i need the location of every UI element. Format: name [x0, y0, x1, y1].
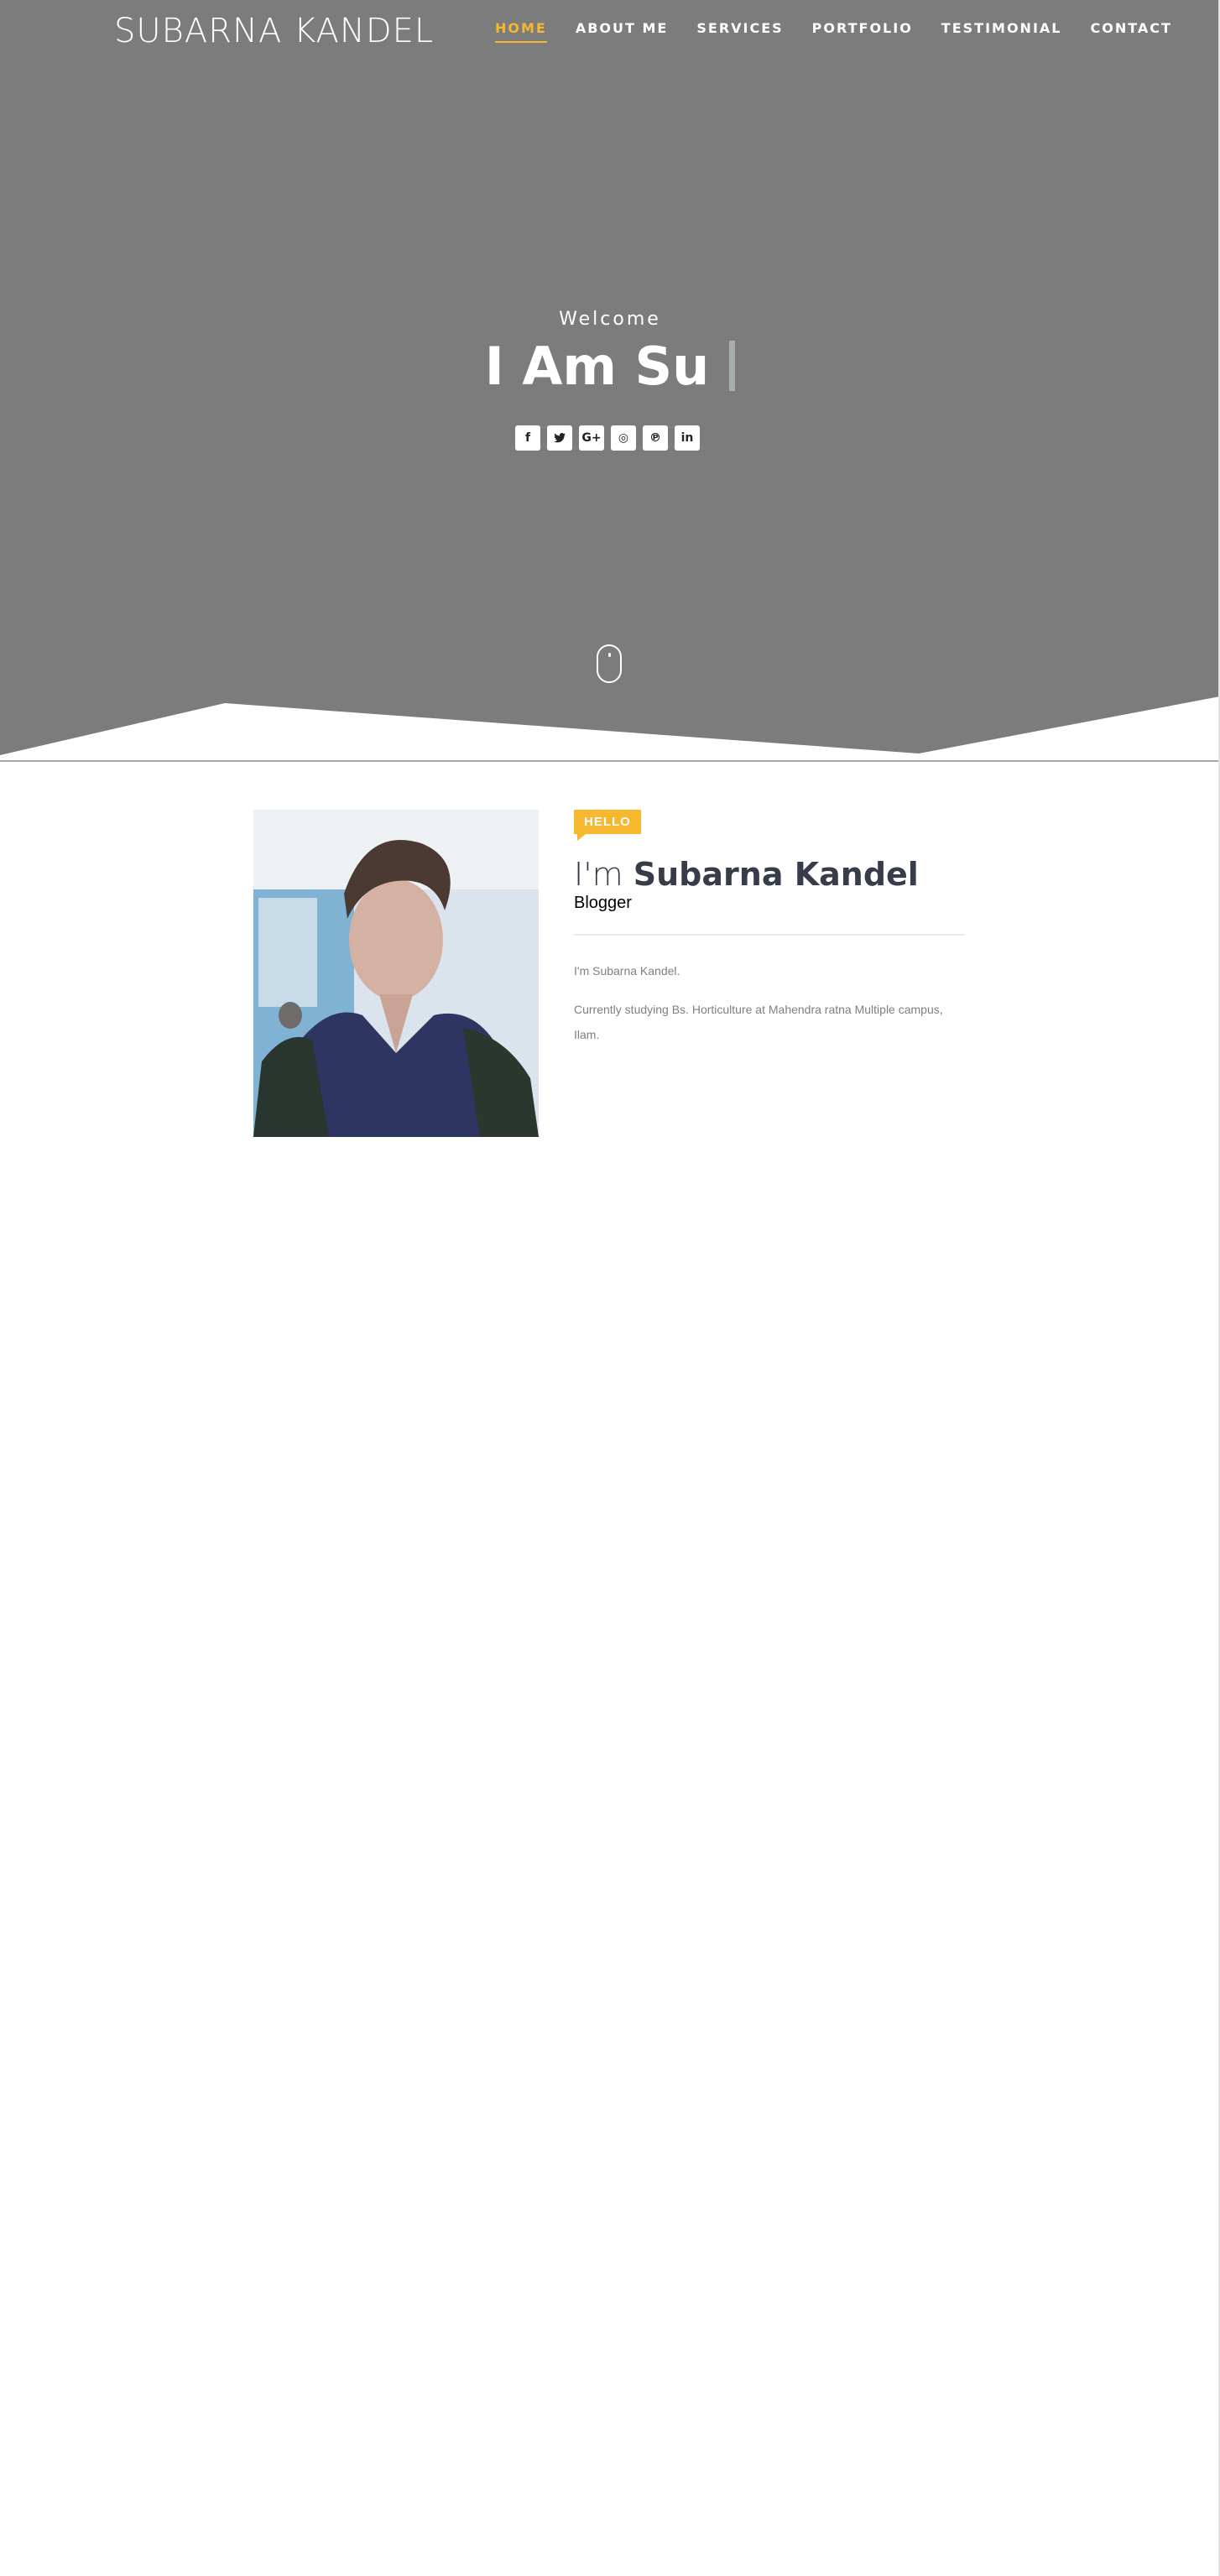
about-title: I'm Subarna Kandel: [574, 856, 919, 893]
typing-caret: [729, 341, 736, 391]
hero-welcome: Welcome: [559, 309, 661, 330]
nav-portfolio[interactable]: PORTFOLIO: [812, 20, 913, 43]
twitter-icon[interactable]: [547, 425, 572, 451]
scroll-mouse-icon[interactable]: [597, 644, 622, 683]
hello-badge: HELLO: [574, 810, 641, 834]
hello-badge-tail: [577, 834, 586, 841]
brand-logo[interactable]: SUBARNA KANDEL: [114, 12, 434, 50]
about-title-prefix: I'm: [574, 856, 623, 893]
linkedin-icon[interactable]: in: [675, 425, 700, 451]
about-divider: [574, 934, 965, 936]
nav-testimonial[interactable]: TESTIMONIAL: [941, 20, 1062, 43]
hero-angled-edge: [0, 688, 1220, 765]
mouse-wheel: [608, 653, 611, 657]
nav-contact[interactable]: CONTACT: [1090, 20, 1171, 43]
hero-headline-text: I Am Su: [484, 336, 710, 397]
nav-about-me[interactable]: ABOUT ME: [576, 20, 669, 43]
instagram-icon[interactable]: ◎: [611, 425, 636, 451]
facebook-icon[interactable]: f: [515, 425, 540, 451]
about-title-name: Subarna Kandel: [633, 856, 919, 893]
profile-photo: [253, 810, 539, 1137]
main-nav: HOME ABOUT ME SERVICES PORTFOLIO TESTIMO…: [495, 20, 1201, 43]
google-plus-icon[interactable]: G+: [579, 425, 604, 451]
section-divider: [0, 760, 1220, 762]
about-paragraph: I'm Subarna Kandel.: [574, 964, 680, 978]
nav-services[interactable]: SERVICES: [696, 20, 783, 43]
profile-photo-illustration: [253, 810, 539, 1137]
pinterest-icon[interactable]: ℗: [643, 425, 668, 451]
social-links: f G+ ◎ ℗ in: [515, 425, 700, 451]
about-paragraph: Currently studying Bs. Horticulture at M…: [574, 1003, 943, 1041]
nav-home[interactable]: HOME: [495, 20, 547, 43]
about-role: Blogger: [574, 894, 632, 912]
hero-headline: I Am Su: [0, 336, 1220, 397]
